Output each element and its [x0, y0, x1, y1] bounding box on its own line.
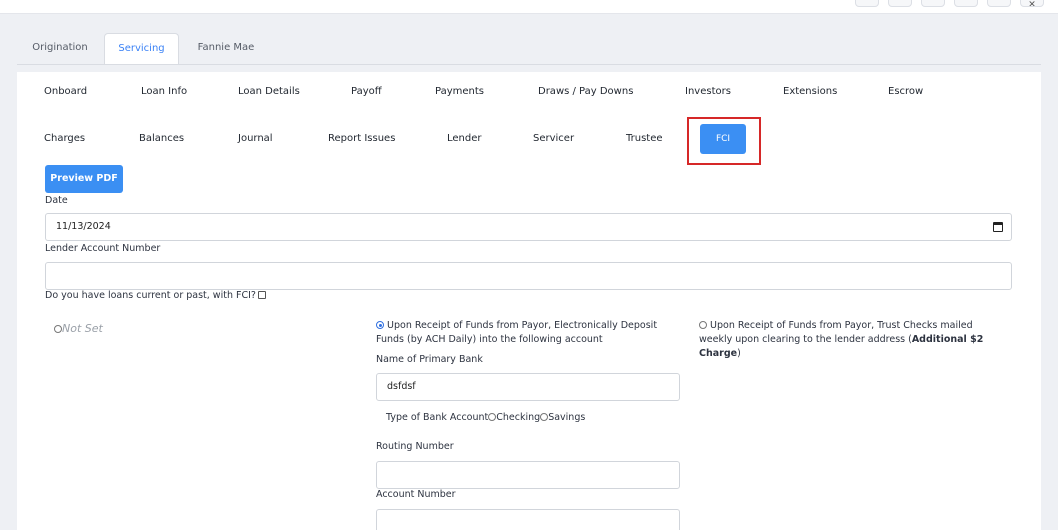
header-toolbar: ✕ [851, 0, 1044, 7]
subtab-balances[interactable]: Balances [139, 131, 184, 147]
subtab-onboard[interactable]: Onboard [44, 84, 87, 100]
checking-label: Checking [496, 412, 541, 423]
subtab-escrow[interactable]: Escrow [888, 84, 923, 100]
subtab-investors[interactable]: Investors [685, 84, 731, 100]
subtab-report-issues[interactable]: Report Issues [328, 131, 395, 147]
lender-account-input[interactable] [45, 262, 1012, 290]
primary-bank-input[interactable]: dsfdsf [376, 373, 680, 401]
option-trust-checks[interactable]: Upon Receipt of Funds from Payor, Trust … [699, 319, 999, 361]
primary-bank-label: Name of Primary Bank [376, 354, 483, 365]
ach-label: Upon Receipt of Funds from Payor, Electr… [376, 320, 658, 345]
subtab-lender[interactable]: Lender [447, 131, 482, 147]
subtab-payments[interactable]: Payments [435, 84, 484, 100]
subtab-loan-info[interactable]: Loan Info [141, 84, 187, 100]
calendar-icon[interactable] [993, 222, 1003, 232]
primary-bank-value: dsfdsf [387, 381, 416, 392]
tab-servicing[interactable]: Servicing [104, 33, 179, 65]
subtab-extensions[interactable]: Extensions [783, 84, 837, 100]
fci-question-label: Do you have loans current or past, with … [45, 290, 256, 301]
account-input[interactable] [376, 509, 680, 530]
subtab-draws-pay-downs[interactable]: Draws / Pay Downs [538, 84, 633, 100]
savings-label: Savings [548, 412, 586, 423]
option-ach[interactable]: Upon Receipt of Funds from Payor, Electr… [376, 319, 676, 347]
bank-type-row: Type of Bank Account Checking Savings [386, 412, 585, 423]
routing-input[interactable] [376, 461, 680, 489]
subtab-loan-details[interactable]: Loan Details [238, 84, 300, 100]
subtab-servicer[interactable]: Servicer [533, 131, 574, 147]
ach-radio[interactable] [376, 321, 384, 329]
toolbar-button-3[interactable] [920, 0, 945, 7]
routing-label: Routing Number [376, 441, 454, 452]
servicing-panel: Onboard Loan Info Loan Details Payoff Pa… [17, 72, 1041, 530]
fci-question: Do you have loans current or past, with … [45, 290, 266, 301]
checks-label-suffix: ) [737, 348, 741, 359]
close-icon[interactable]: ✕ [1020, 0, 1044, 7]
tab-origination[interactable]: Origination [17, 33, 103, 65]
subtab-payoff[interactable]: Payoff [351, 84, 382, 100]
toolbar-button-1[interactable] [854, 0, 879, 7]
lender-account-label: Lender Account Number [45, 243, 161, 254]
fci-checkbox[interactable] [257, 291, 266, 299]
toolbar-button-5[interactable] [986, 0, 1011, 7]
calculator-icon[interactable] [887, 0, 912, 7]
date-input[interactable]: 11/13/2024 [45, 213, 1012, 241]
checks-radio[interactable] [699, 321, 707, 329]
date-value: 11/13/2024 [56, 221, 111, 232]
not-set-label: Not Set [62, 322, 103, 335]
subtab-fci[interactable]: FCI [700, 124, 746, 154]
subtab-journal[interactable]: Journal [238, 131, 273, 147]
not-set-option[interactable]: Not Set [54, 322, 103, 335]
header-title-cropped [30, 0, 280, 6]
savings-radio[interactable] [540, 413, 549, 421]
subtab-charges[interactable]: Charges [44, 131, 85, 147]
account-label: Account Number [376, 489, 456, 500]
date-label: Date [45, 195, 68, 206]
top-header: ✕ [0, 0, 1058, 14]
not-set-radio[interactable] [54, 325, 62, 333]
tab-fannie-mae[interactable]: Fannie Mae [182, 33, 270, 65]
preview-pdf-button[interactable]: Preview PDF [45, 165, 123, 193]
subtab-trustee[interactable]: Trustee [626, 131, 663, 147]
toolbar-button-4[interactable] [953, 0, 978, 7]
tabs-divider [17, 64, 1041, 65]
bank-type-label: Type of Bank Account [386, 412, 489, 423]
